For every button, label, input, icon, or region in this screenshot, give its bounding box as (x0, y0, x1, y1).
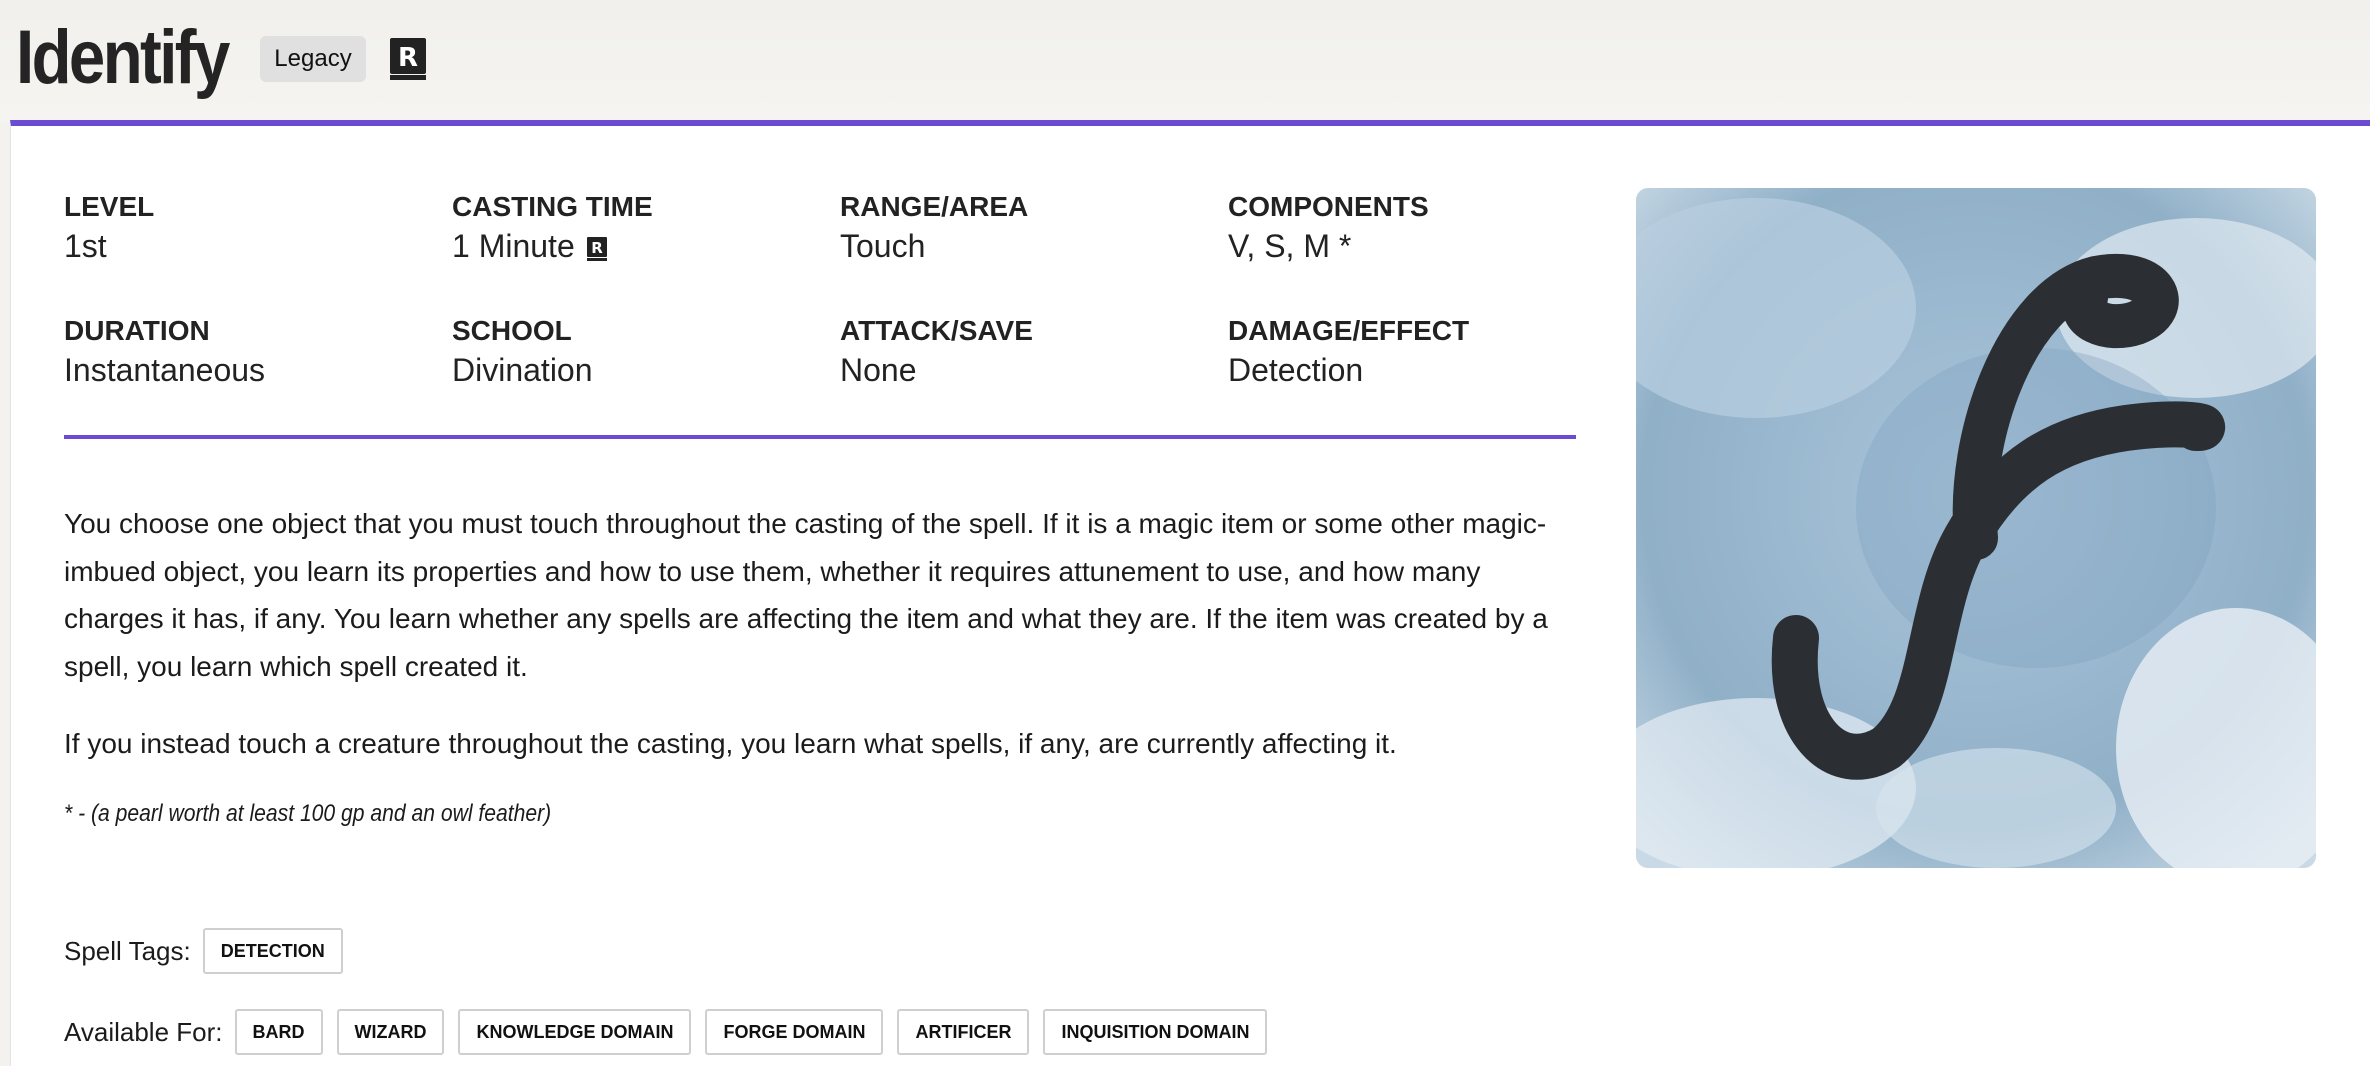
stat-range-area: RANGE/AREA Touch (840, 190, 1028, 266)
class-tag-bard[interactable]: BARD (234, 1009, 323, 1055)
stat-label: CASTING TIME (452, 191, 653, 222)
description-paragraph: You choose one object that you must touc… (64, 508, 1548, 682)
r-book-icon[interactable]: R (586, 237, 607, 261)
stat-value: 1st (64, 228, 107, 264)
stat-components: COMPONENTS V, S, M * (1228, 190, 1429, 266)
class-tag-artificer[interactable]: ARTIFICER (897, 1009, 1030, 1055)
stat-value-row: 1 Minute R (452, 226, 653, 266)
available-for-label: Available For: (64, 1016, 223, 1047)
stat-value: Detection (1228, 352, 1364, 388)
spell-description: You choose one object that you must touc… (64, 500, 1584, 798)
stat-casting-time: CASTING TIME 1 Minute R (452, 190, 653, 266)
page-title: Identify (16, 15, 230, 100)
class-tag-forge-domain[interactable]: FORGE DOMAIN (705, 1009, 884, 1055)
spell-tags-row: Spell Tags: DETECTION (64, 928, 357, 974)
stat-school: SCHOOL Divination (452, 314, 593, 390)
stat-value: Instantaneous (64, 352, 266, 388)
svg-text:R: R (398, 43, 418, 73)
stat-value: V, S, M * (1228, 228, 1352, 264)
r-book-icon[interactable]: R (390, 38, 426, 80)
stat-label: ATTACK/SAVE (840, 315, 1033, 346)
section-divider (64, 435, 1576, 439)
stat-value: None (840, 352, 917, 388)
stat-label: DURATION (64, 315, 210, 346)
spell-tags-label: Spell Tags: (64, 935, 191, 966)
stat-value: 1 Minute (452, 228, 575, 264)
material-footnote: * - (a pearl worth at least 100 gp and a… (64, 800, 552, 827)
class-tag-wizard[interactable]: WIZARD (336, 1009, 445, 1055)
description-paragraph: If you instead touch a creature througho… (64, 728, 1397, 759)
divination-school-glyph-image (1636, 188, 2316, 868)
stat-damage-effect: DAMAGE/EFFECT Detection (1228, 314, 1469, 390)
stat-duration: DURATION Instantaneous (64, 314, 265, 390)
legacy-badge[interactable]: Legacy (260, 36, 366, 82)
svg-text:R: R (591, 239, 603, 257)
stat-label: DAMAGE/EFFECT (1228, 315, 1470, 346)
stat-label: COMPONENTS (1228, 191, 1429, 222)
spell-tag[interactable]: DETECTION (202, 928, 343, 974)
stat-label: SCHOOL (452, 315, 572, 346)
available-for-row: Available For: BARD WIZARD KNOWLEDGE DOM… (64, 1009, 1281, 1055)
stat-value: Touch (840, 228, 926, 264)
page-header: Identify Legacy R (0, 0, 2370, 122)
stat-attack-save: ATTACK/SAVE None (840, 314, 1033, 390)
stat-value: Divination (452, 352, 593, 388)
class-tag-knowledge-domain[interactable]: KNOWLEDGE DOMAIN (458, 1009, 692, 1055)
stat-label: LEVEL (64, 191, 155, 222)
stat-label: RANGE/AREA (840, 191, 1029, 222)
stat-level: LEVEL 1st (64, 190, 154, 266)
class-tag-inquisition-domain[interactable]: INQUISITION DOMAIN (1043, 1009, 1268, 1055)
